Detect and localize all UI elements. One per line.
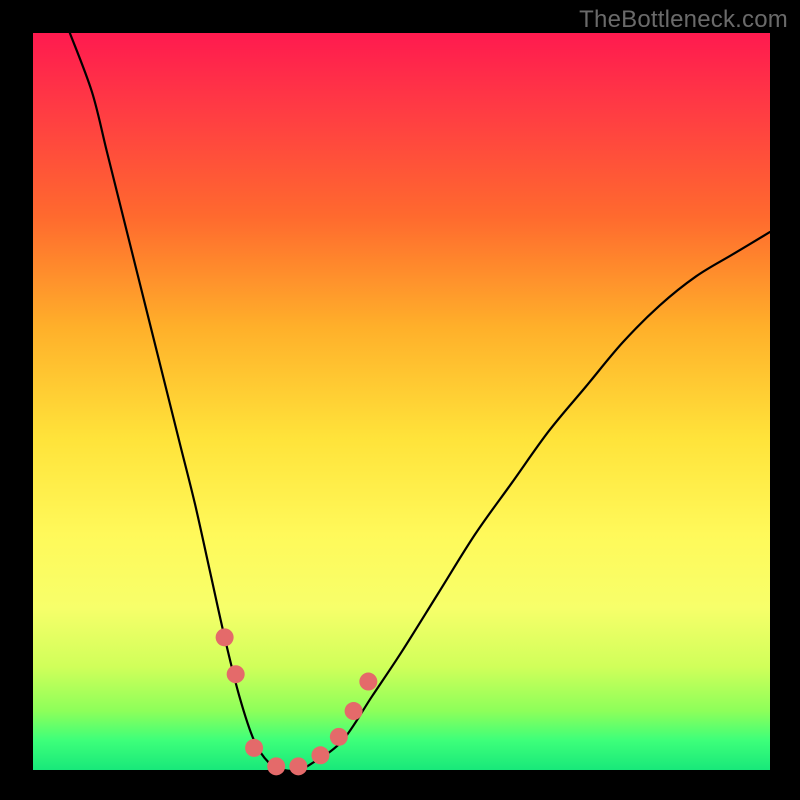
chart-frame: TheBottleneck.com xyxy=(0,0,800,800)
marker-dot xyxy=(359,673,377,691)
marker-dot xyxy=(227,665,245,683)
plot-area xyxy=(33,33,770,770)
marker-dot xyxy=(289,757,307,775)
marker-dot xyxy=(345,702,363,720)
marker-dot xyxy=(216,628,234,646)
marker-dot xyxy=(267,757,285,775)
watermark-text: TheBottleneck.com xyxy=(579,6,788,34)
marker-dot xyxy=(245,739,263,757)
curve-layer xyxy=(33,33,770,770)
marker-dot xyxy=(330,728,348,746)
marker-dot xyxy=(311,746,329,764)
bottleneck-curve xyxy=(70,33,770,771)
